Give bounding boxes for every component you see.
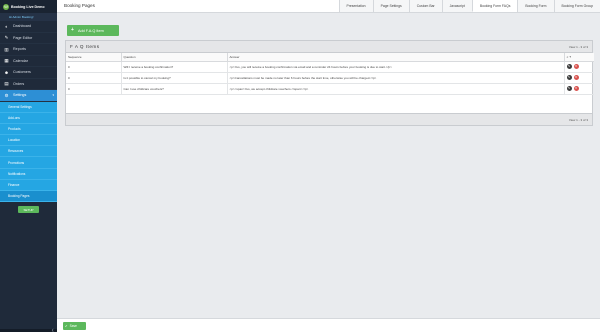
chart-icon: ▥ bbox=[4, 46, 9, 52]
cell-actions: ✎ ✕ bbox=[564, 72, 594, 84]
gauge-icon: ◐ bbox=[5, 23, 8, 29]
footer-bar: ✔ Save bbox=[57, 318, 600, 332]
sidebar: W Booking Live Demo Hi Admin Booking! ◐ … bbox=[0, 0, 57, 332]
cell-answer: <p><span>Yes, we accept childcare vouche… bbox=[227, 83, 565, 95]
submenu-item-add-ons[interactable]: Add-ons bbox=[0, 113, 57, 124]
search-filter-icon[interactable]: ⌕ ▾ bbox=[567, 55, 572, 59]
plus-icon: + bbox=[71, 27, 74, 33]
sidebar-item-dashboard[interactable]: ◐ Dashboard bbox=[0, 21, 57, 33]
submenu-item-finance[interactable]: Finance bbox=[0, 180, 57, 191]
cell-answer: <p>Cancellations must be made no later t… bbox=[227, 72, 565, 84]
cell-sequence: 0 bbox=[66, 61, 122, 73]
cell-sequence: 0 bbox=[66, 83, 122, 95]
tab-booking-form[interactable]: Booking Form bbox=[517, 0, 554, 12]
column-header-answer[interactable]: Answer bbox=[227, 53, 565, 62]
sidebar-item-orders[interactable]: ▤ Orders bbox=[0, 79, 57, 90]
submenu-item-promotions[interactable]: Promotions bbox=[0, 157, 57, 169]
cell-actions: ✎ ✕ bbox=[564, 61, 594, 73]
cell-question: Will I receive a booking confirmation? bbox=[121, 61, 228, 73]
save-button[interactable]: ✔ Save bbox=[63, 322, 86, 330]
tab-booking-form-group[interactable]: Booking Form Group bbox=[553, 0, 600, 12]
sidebar-item-label: Reports bbox=[13, 47, 26, 52]
delete-icon[interactable]: ✕ bbox=[573, 75, 579, 80]
submenu-item-notifications[interactable]: Notifications bbox=[0, 169, 57, 180]
settings-submenu: General Settings Add-ons Products Locati… bbox=[0, 101, 57, 203]
grid-title: F A Q Items bbox=[70, 44, 100, 49]
sidebar-item-label: Calendar bbox=[13, 58, 28, 63]
page-title: Booking Pages bbox=[64, 3, 95, 8]
pencil-icon: ✎ bbox=[4, 35, 9, 41]
tab-custom-bar[interactable]: Custom Bar bbox=[408, 0, 442, 12]
cell-answer: <p>Yes, you will receive a booking confi… bbox=[227, 61, 565, 73]
sidebar-item-label: Page Editor bbox=[13, 35, 33, 40]
submenu-item-resources[interactable]: Resources bbox=[0, 146, 57, 158]
table-row[interactable]: 0 Is it possible to cancel my booking? <… bbox=[66, 72, 594, 84]
table-row[interactable]: 0 Can I use childcare vouchers? <p><span… bbox=[66, 83, 594, 95]
calendar-icon: ▦ bbox=[4, 58, 9, 64]
grid-view-info: View 1 - 3 of 3 bbox=[568, 44, 588, 49]
sidebar-item-page-editor[interactable]: ✎ Page Editor bbox=[0, 33, 57, 44]
sidebar-item-label: Settings bbox=[13, 93, 27, 98]
delete-icon[interactable]: ✕ bbox=[573, 64, 579, 69]
cell-question: Can I use childcare vouchers? bbox=[121, 83, 228, 95]
sidebar-item-label: Customers bbox=[13, 70, 31, 75]
edit-icon[interactable]: ✎ bbox=[566, 75, 572, 80]
grid-caption: F A Q Items View 1 - 3 of 3 bbox=[66, 41, 592, 53]
submenu-item-booking-pages[interactable]: Booking Pages bbox=[0, 191, 57, 203]
tab-page-settings[interactable]: Page Settings bbox=[372, 0, 409, 12]
check-icon: ✔ bbox=[65, 324, 68, 328]
chevron-down-icon: ▾ bbox=[52, 93, 54, 98]
column-header-sequence[interactable]: Sequence bbox=[66, 53, 122, 62]
edit-icon[interactable]: ✎ bbox=[566, 64, 572, 69]
setup-button-wrap: SETUP bbox=[0, 202, 57, 214]
cell-question: Is it possible to cancel my booking? bbox=[121, 72, 228, 84]
cart-icon: ▤ bbox=[4, 81, 9, 87]
brand-logo-icon: W bbox=[3, 3, 9, 10]
add-faq-item-button[interactable]: + Add F.A.Q Item bbox=[67, 25, 119, 36]
faq-grid: F A Q Items View 1 - 3 of 3 Sequence Que… bbox=[65, 40, 594, 126]
sidebar-item-settings[interactable]: ⚙ Settings ▾ bbox=[0, 90, 57, 102]
user-greeting[interactable]: Hi Admin Booking! bbox=[0, 13, 57, 21]
users-icon: ☻ bbox=[4, 69, 9, 75]
sidebar-item-customers[interactable]: ☻ Customers bbox=[0, 67, 57, 79]
delete-icon[interactable]: ✕ bbox=[573, 86, 579, 91]
submenu-item-location[interactable]: Location bbox=[0, 135, 57, 147]
brand[interactable]: W Booking Live Demo bbox=[0, 0, 57, 13]
add-faq-item-label: Add F.A.Q Item bbox=[78, 28, 104, 33]
submenu-item-general-settings[interactable]: General Settings bbox=[0, 102, 57, 113]
cell-actions: ✎ ✕ bbox=[564, 83, 594, 95]
grid-footer-view-info: View 1 - 3 of 3 bbox=[568, 118, 588, 122]
sidebar-item-label: Orders bbox=[13, 81, 25, 86]
setup-button[interactable]: SETUP bbox=[18, 206, 39, 214]
tab-booking-form-faqs[interactable]: Booking Form FAQs bbox=[471, 0, 518, 12]
column-header-actions: ⌕ ▾ bbox=[564, 53, 594, 62]
sidebar-item-reports[interactable]: ▥ Reports bbox=[0, 44, 57, 56]
sidebar-item-calendar[interactable]: ▦ Calendar bbox=[0, 56, 57, 67]
cell-sequence: 0 bbox=[66, 72, 122, 84]
table-row[interactable]: 0 Will I receive a booking confirmation?… bbox=[66, 61, 594, 73]
tab-javascript[interactable]: Javascript bbox=[441, 0, 472, 12]
gear-icon: ⚙ bbox=[4, 92, 9, 98]
submenu-item-products[interactable]: Products bbox=[0, 124, 57, 136]
brand-name: Booking Live Demo bbox=[11, 4, 45, 9]
column-header-question[interactable]: Question bbox=[121, 53, 228, 62]
tab-presentation[interactable]: Presentation bbox=[338, 0, 373, 12]
main-content: + Add F.A.Q Item F A Q Items View 1 - 3 … bbox=[57, 13, 600, 318]
grid-footer: View 1 - 3 of 3 bbox=[66, 113, 592, 125]
save-label: Save bbox=[69, 324, 77, 328]
table-header-row: Sequence Question Answer ⌕ ▾ bbox=[66, 53, 594, 62]
sidebar-item-label: Dashboard bbox=[13, 24, 32, 29]
edit-icon[interactable]: ✎ bbox=[566, 86, 572, 91]
collapse-chevron-icon: ❮ bbox=[51, 328, 54, 332]
faq-table: Sequence Question Answer ⌕ ▾ 0 Will I re… bbox=[66, 53, 594, 95]
tab-bar: Presentation Page Settings Custom Bar Ja… bbox=[338, 0, 600, 12]
header: Booking Pages Presentation Page Settings… bbox=[57, 0, 600, 13]
